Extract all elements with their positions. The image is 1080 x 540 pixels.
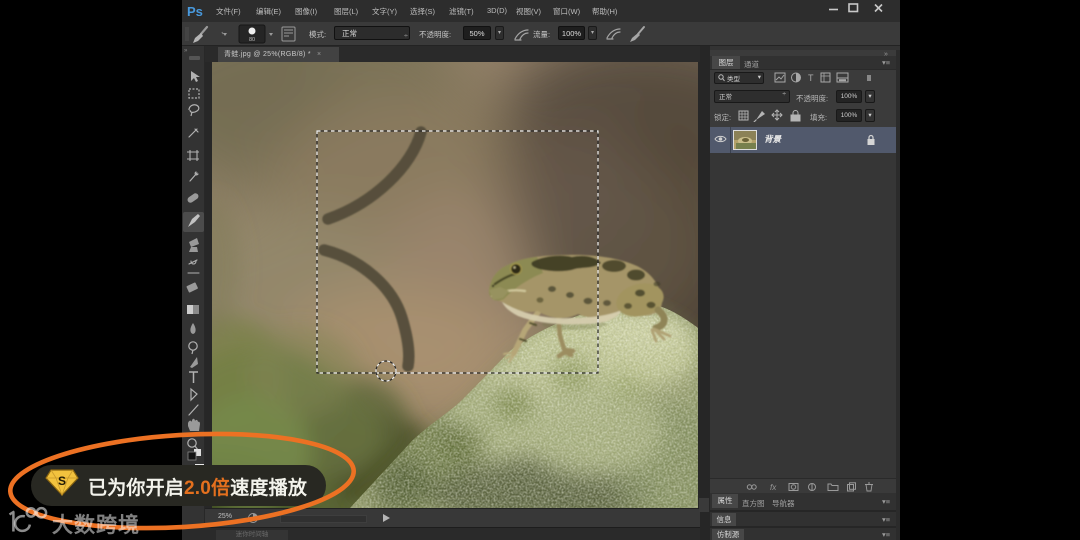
svg-text:÷: ÷	[404, 33, 408, 40]
svg-text:T: T	[808, 73, 814, 83]
svg-text:fx: fx	[770, 483, 777, 492]
svg-text:S: S	[58, 474, 66, 488]
svg-text:80: 80	[249, 37, 255, 43]
